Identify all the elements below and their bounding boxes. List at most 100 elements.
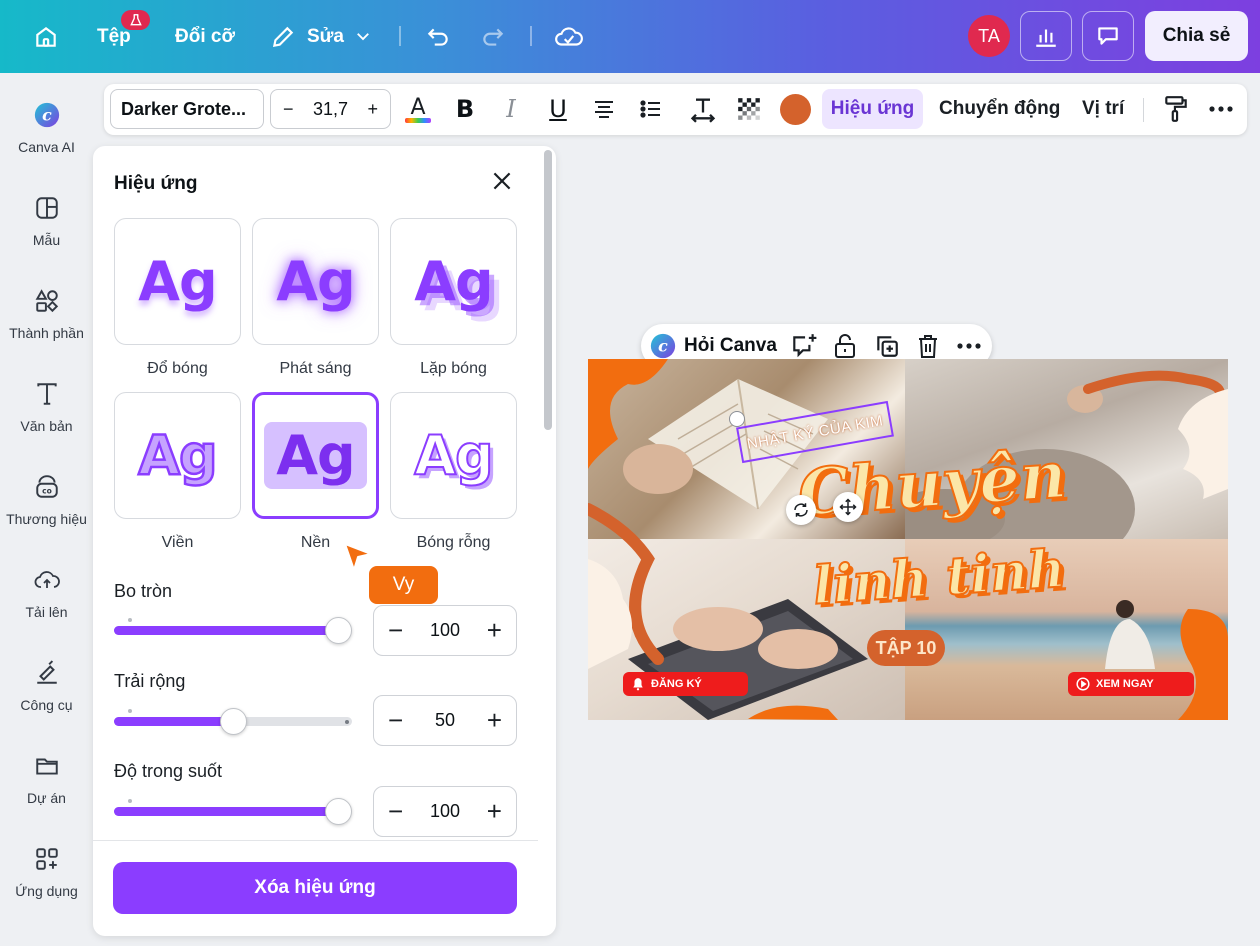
slider-tick [128, 618, 132, 622]
font-size-input[interactable]: 31,7 [313, 99, 348, 120]
italic-button[interactable]: I [494, 92, 528, 126]
templates-icon [33, 194, 61, 222]
slider-handle[interactable] [325, 617, 352, 644]
increase-button[interactable]: + [487, 796, 502, 827]
transparency-value[interactable]: 100 [430, 801, 460, 822]
insights-button[interactable] [1020, 11, 1072, 61]
canva-ai-icon: c [33, 101, 61, 129]
sidebar-item-text[interactable]: Văn bản [0, 380, 93, 434]
flask-icon [129, 14, 142, 26]
text-color-icon: A [405, 95, 431, 123]
decrease-button[interactable]: − [388, 705, 403, 736]
resize-button[interactable]: Đổi cỡ [175, 26, 235, 48]
sidebar-item-tools[interactable]: Công cụ [0, 659, 93, 713]
design-watch-badge[interactable]: XEM NGAY [1068, 672, 1194, 696]
clear-effect-button[interactable]: Xóa hiệu ứng [113, 862, 517, 914]
spread-label: Trải rộng [114, 671, 186, 691]
slider-handle[interactable] [325, 798, 352, 825]
spread-value[interactable]: 50 [435, 710, 455, 731]
roundness-stepper: − 100 + [373, 605, 517, 656]
home-button[interactable] [30, 22, 62, 52]
transparency-slider[interactable] [114, 798, 352, 825]
transparency-label: Độ trong suốt [114, 761, 223, 781]
effect-preview: Ag [276, 250, 355, 313]
ask-canva-button[interactable]: Hỏi Canva [684, 335, 777, 357]
bold-button[interactable]: B [448, 92, 482, 126]
sidebar-item-brand[interactable]: co Thương hiệu [0, 473, 93, 527]
spacing-button[interactable] [686, 92, 720, 126]
font-family-select[interactable]: Darker Grote... [110, 89, 264, 129]
sidebar-item-canva-ai[interactable]: c Canva AI [0, 101, 93, 155]
sidebar-item-apps[interactable]: Ứng dụng [0, 845, 93, 899]
effect-outline-card[interactable]: Ag [114, 392, 241, 519]
bullet-list-icon [640, 100, 660, 118]
effect-glow-card[interactable]: Ag [252, 218, 379, 345]
effect-background-card[interactable]: Ag [252, 392, 379, 519]
scrollbar-thumb[interactable] [544, 150, 552, 430]
sidebar-item-projects[interactable]: Dự án [0, 752, 93, 806]
lock-button[interactable] [831, 332, 859, 360]
rotate-handle[interactable] [786, 495, 816, 525]
increase-button[interactable]: + [487, 705, 502, 736]
increase-font-size-button[interactable]: + [367, 99, 378, 120]
roundness-value[interactable]: 100 [430, 620, 460, 641]
undo-button[interactable] [422, 22, 454, 52]
copy-style-button[interactable] [1159, 92, 1193, 126]
slider-handle[interactable] [219, 708, 247, 735]
decrease-font-size-button[interactable]: − [283, 99, 294, 120]
element-color-swatch[interactable] [780, 94, 811, 125]
decrease-button[interactable]: − [388, 796, 403, 827]
divider [399, 26, 401, 46]
effect-echo-card[interactable]: Ag [390, 218, 517, 345]
chevron-down-icon[interactable] [351, 24, 375, 48]
slider-fill [114, 717, 233, 726]
effect-label: Đổ bóng [147, 360, 208, 377]
sidebar-item-templates[interactable]: Mẫu [0, 194, 93, 248]
bell-icon [633, 678, 643, 691]
position-button[interactable]: Vị trí [1082, 98, 1124, 120]
add-comment-button[interactable] [790, 332, 818, 360]
design-canvas[interactable]: NHẬT KÝ CỦA KIM Chuyện linh tinh TẬP 10 … [588, 359, 1228, 720]
more-options-button[interactable] [1204, 92, 1238, 126]
duplicate-button[interactable] [873, 332, 901, 360]
comments-button[interactable] [1082, 11, 1134, 61]
effects-button[interactable]: Hiệu ứng [822, 89, 923, 129]
trash-icon [919, 335, 937, 358]
file-menu[interactable]: Tệp [97, 26, 131, 48]
animate-button[interactable]: Chuyển động [939, 98, 1060, 120]
tools-icon [33, 659, 61, 687]
increase-button[interactable]: + [487, 615, 502, 646]
list-button[interactable] [634, 92, 668, 126]
sidebar-item-elements[interactable]: Thành phần [0, 287, 93, 341]
effect-hollow-card[interactable]: Ag [390, 392, 517, 519]
roundness-slider[interactable] [114, 617, 352, 644]
sidebar-item-label: Canva AI [18, 139, 75, 155]
avatar[interactable]: TA [968, 15, 1010, 57]
slider-tick [345, 720, 349, 724]
effect-shadow-card[interactable]: Ag [114, 218, 241, 345]
move-handle[interactable] [833, 492, 863, 522]
delete-button[interactable] [914, 332, 942, 360]
resize-handle[interactable] [729, 411, 745, 427]
share-button[interactable]: Chia sẻ [1145, 11, 1248, 61]
close-panel-button[interactable] [489, 168, 515, 194]
redo-button[interactable] [477, 22, 509, 52]
spread-slider[interactable] [114, 708, 352, 735]
effect-label: Phát sáng [279, 360, 352, 377]
slider-fill [114, 807, 339, 816]
decrease-button[interactable]: − [388, 615, 403, 646]
effect-label: Lặp bóng [420, 360, 487, 377]
text-format-toolbar: Darker Grote... − 31,7 + A B I U Hiệu ứn… [104, 84, 1247, 135]
sidebar-item-upload[interactable]: Tải lên [0, 566, 93, 620]
more-options-button[interactable] [955, 332, 983, 360]
transparency-button[interactable] [732, 92, 766, 126]
underline-button[interactable]: U [541, 92, 575, 126]
sidebar-item-label: Mẫu [32, 232, 61, 248]
design-subscribe-badge[interactable]: ĐĂNG KÝ [623, 672, 748, 696]
cloud-saved-button[interactable] [552, 22, 586, 52]
paint-roller-icon [1165, 96, 1187, 122]
align-center-button[interactable] [587, 92, 621, 126]
text-color-button[interactable]: A [401, 92, 435, 126]
edit-menu[interactable]: Sửa [307, 26, 344, 48]
episode-badge[interactable]: TẬP 10 [867, 630, 945, 666]
